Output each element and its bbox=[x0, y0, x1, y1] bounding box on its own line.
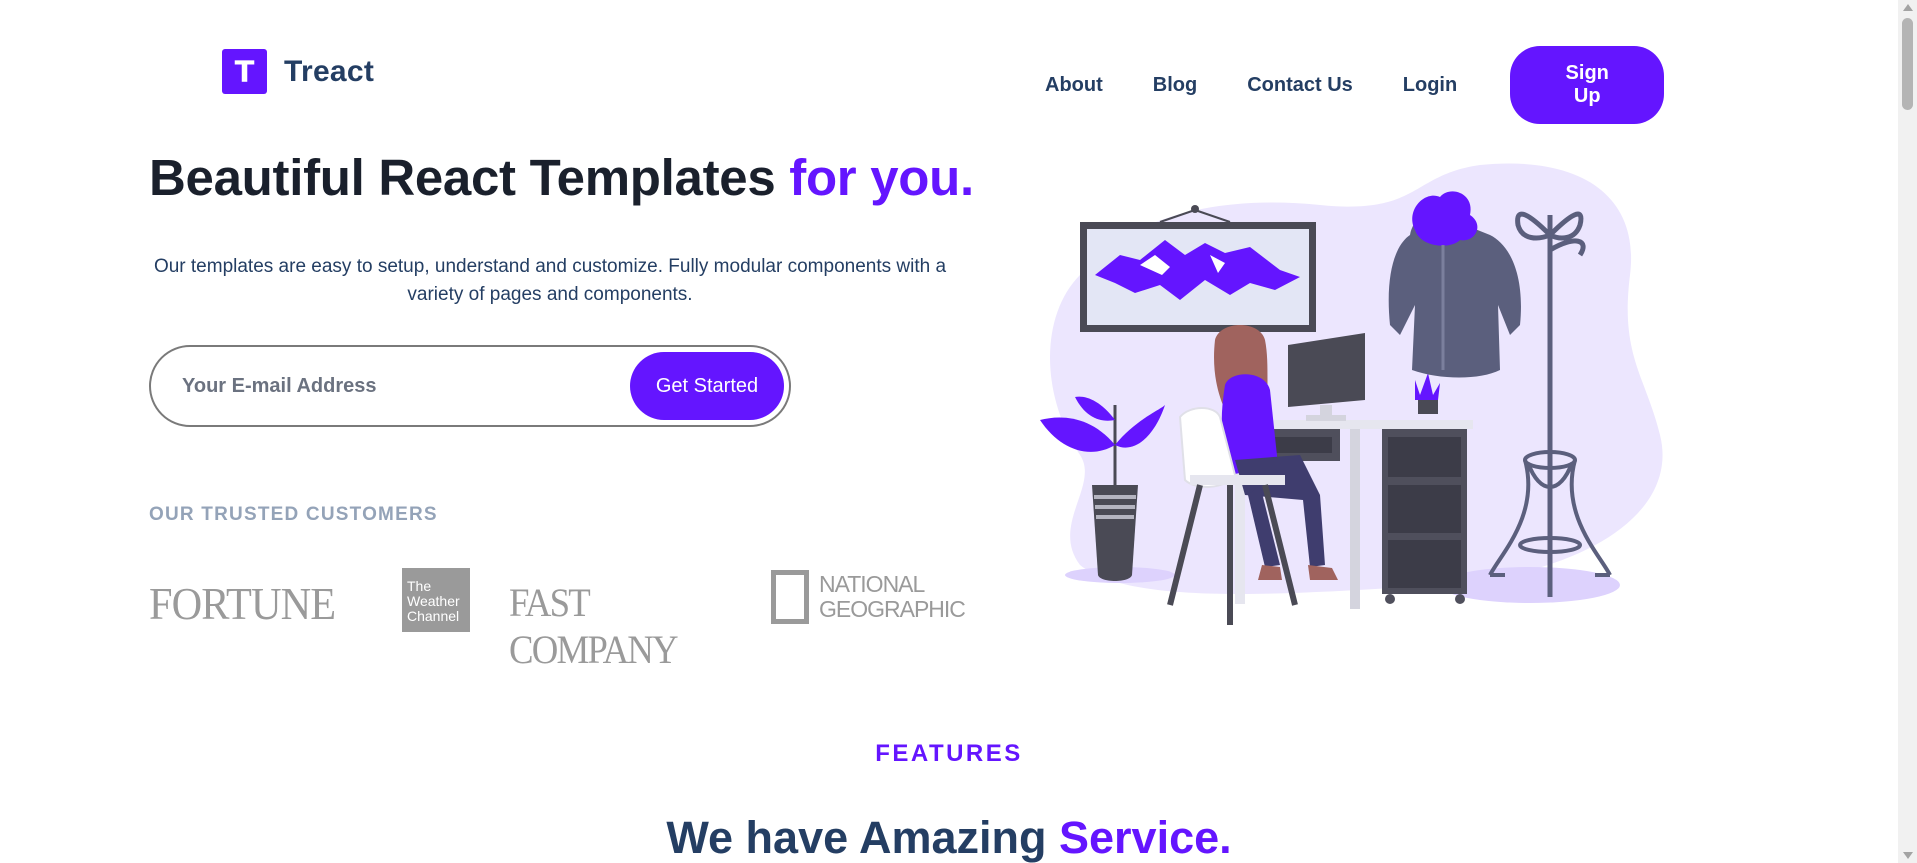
nav-link-about[interactable]: About bbox=[1045, 74, 1103, 97]
brand-name: Treact bbox=[284, 54, 375, 88]
hero-illustration bbox=[1040, 163, 1663, 625]
trusted-customers-label: OUR TRUSTED CUSTOMERS bbox=[149, 504, 438, 525]
hero-title-main: Beautiful React Templates bbox=[149, 149, 776, 206]
hero-title-accent: for you. bbox=[789, 149, 974, 206]
nav-link-login[interactable]: Login bbox=[1403, 74, 1457, 97]
scroll-thumb[interactable] bbox=[1902, 18, 1913, 110]
scroll-up-arrow-icon[interactable] bbox=[1903, 4, 1913, 11]
features-title-main: We have Amazing bbox=[666, 812, 1047, 863]
nav-link-blog[interactable]: Blog bbox=[1153, 74, 1197, 97]
get-started-button[interactable]: Get Started bbox=[630, 352, 784, 420]
monitor bbox=[1288, 333, 1365, 407]
nav-link-contact[interactable]: Contact Us bbox=[1247, 74, 1353, 97]
features-eyebrow: FEATURES bbox=[875, 740, 1023, 767]
scroll-down-arrow-icon[interactable] bbox=[1903, 852, 1913, 859]
logo-mark-icon: T bbox=[222, 49, 267, 94]
main-nav: About Blog Contact Us Login Sign Up bbox=[1045, 46, 1665, 124]
features-title: We have Amazing Service. bbox=[0, 812, 1898, 863]
features-title-accent: Service. bbox=[1058, 812, 1232, 863]
natgeo-logo-text: NATIONAL GEOGRAPHIC bbox=[819, 571, 966, 622]
hero-subtitle: Our templates are easy to setup, underst… bbox=[153, 256, 947, 305]
weather-channel-logo: The Weather Channel bbox=[402, 568, 470, 632]
email-input[interactable] bbox=[182, 374, 612, 398]
national-geographic-logo: NATIONAL GEOGRAPHIC bbox=[771, 570, 966, 624]
hero-title: Beautiful React Templates for you. bbox=[149, 148, 974, 207]
brand-logo[interactable]: T Treact bbox=[222, 49, 374, 94]
fast-company-logo: FAST COMPANY bbox=[509, 580, 679, 672]
signup-button[interactable]: Sign Up bbox=[1510, 46, 1665, 124]
page-scrollbar[interactable] bbox=[1898, 0, 1917, 863]
landing-page: T Treact About Blog Contact Us Login Sig… bbox=[0, 0, 1917, 863]
email-signup-form: Get Started bbox=[149, 345, 791, 427]
plant-pot bbox=[1092, 485, 1138, 581]
natgeo-frame-icon bbox=[771, 570, 809, 624]
fortune-logo: FORTUNE bbox=[149, 578, 336, 629]
